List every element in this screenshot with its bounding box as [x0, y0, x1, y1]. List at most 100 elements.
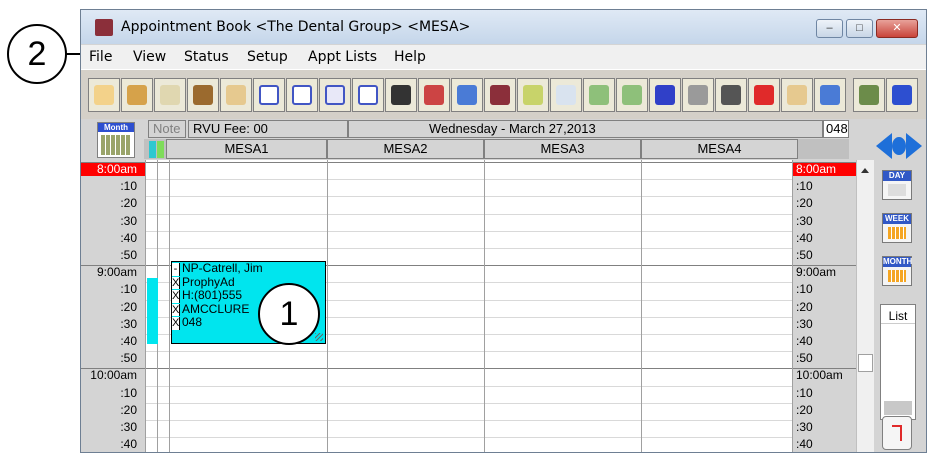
time-label: 8:00am	[81, 163, 145, 176]
list-panel[interactable]: List	[880, 304, 916, 420]
time-label: :50	[120, 248, 137, 262]
appointment-line: - NP-Catrell, Jim	[172, 262, 326, 276]
prescription-icon[interactable]	[418, 78, 450, 112]
time-label: :20	[120, 299, 137, 314]
time-label: :20	[796, 402, 813, 417]
month-label: MONTH	[883, 257, 913, 267]
xray-icon[interactable]	[583, 78, 615, 112]
chart-icon[interactable]	[517, 78, 549, 112]
status-color-2	[157, 141, 164, 158]
time-label: 10:00am	[796, 368, 843, 383]
column-divider	[792, 160, 793, 452]
menu-setup[interactable]: Setup	[247, 49, 288, 65]
resize-grip-icon[interactable]	[315, 333, 323, 341]
column-header-mesa3[interactable]: MESA3	[484, 139, 641, 159]
time-label: :20	[120, 402, 137, 417]
schedule-icon[interactable]	[814, 78, 846, 112]
menu-status[interactable]: Status	[184, 49, 229, 65]
scroll-thumb[interactable]	[858, 354, 873, 372]
time-label: :40	[796, 437, 813, 452]
schedule-info-bar: Note RVU Fee: 00 Wednesday - March 27,20…	[144, 120, 849, 138]
week-view-button[interactable]: WEEK	[882, 213, 912, 243]
window-title: Appointment Book <The Dental Group> <MES…	[121, 19, 471, 35]
medical-alert-icon[interactable]	[748, 78, 780, 112]
chair-icon[interactable]	[187, 78, 219, 112]
time-label: :20	[796, 196, 813, 211]
column-header-mesa1[interactable]: MESA1	[166, 139, 327, 159]
column-header-mesa4[interactable]: MESA4	[641, 139, 798, 159]
time-label: :40	[120, 230, 137, 245]
appointment-check: X	[172, 290, 180, 303]
week-label: WEEK	[883, 214, 911, 224]
appointment-check: X	[172, 276, 180, 290]
time-label: :40	[120, 437, 137, 452]
time-label: :10	[120, 385, 137, 400]
column-headers: MESA1 MESA2 MESA3 MESA4	[144, 139, 849, 159]
printer-icon[interactable]	[682, 78, 714, 112]
trash-icon[interactable]	[715, 78, 747, 112]
callout-2: 2	[7, 24, 67, 84]
column-divider	[169, 160, 170, 452]
checkmark-icon[interactable]	[649, 78, 681, 112]
minimize-button[interactable]: –	[816, 19, 843, 38]
view-switch-panel: DAY WEEK MONTH List	[874, 120, 926, 452]
recall-flag-icon[interactable]	[882, 416, 912, 450]
email-icon[interactable]	[352, 78, 384, 112]
time-column-right: 8:00am:10:20:30:40:50 9:00am:10:20:30:40:…	[792, 160, 856, 452]
menu-bar: File View Status Setup Appt Lists Help	[81, 45, 926, 69]
note-button[interactable]: Note	[148, 120, 186, 138]
month-view-button-right[interactable]: MONTH	[882, 256, 912, 286]
refresh-icon[interactable]	[451, 78, 483, 112]
list-scroll-arrows-icon[interactable]	[884, 401, 912, 415]
time-label: :30	[796, 316, 813, 331]
time-label: :10	[796, 179, 813, 194]
patient-icon[interactable]	[781, 78, 813, 112]
menu-file[interactable]: File	[89, 49, 112, 65]
notes-icon[interactable]	[154, 78, 186, 112]
slot-divider	[145, 213, 792, 215]
menu-view[interactable]: View	[133, 49, 166, 65]
menu-help[interactable]: Help	[394, 49, 426, 65]
slot-divider	[145, 385, 792, 387]
time-label: :10	[796, 282, 813, 297]
slot-divider	[145, 179, 792, 181]
search-icon[interactable]	[550, 78, 582, 112]
nav-next-arrow-icon[interactable]	[906, 133, 922, 159]
slot-divider	[145, 351, 792, 353]
appointment-patient-name: NP-Catrell, Jim	[182, 262, 263, 275]
recall-icon[interactable]	[319, 78, 351, 112]
nav-today-dot-icon[interactable]	[892, 137, 906, 155]
month-view-button[interactable]: Month	[97, 122, 135, 158]
time-label: :30	[796, 213, 813, 228]
time-label: :50	[796, 351, 813, 366]
signature-icon[interactable]	[220, 78, 252, 112]
appt-icon[interactable]	[616, 78, 648, 112]
form-icon[interactable]	[286, 78, 318, 112]
grid-icon[interactable]	[853, 78, 885, 112]
time-label: 8:00am	[792, 163, 856, 176]
book-icon[interactable]	[484, 78, 516, 112]
month-calendar-icon	[101, 135, 131, 155]
vertical-scrollbar[interactable]	[856, 160, 874, 452]
blank-form-icon[interactable]	[253, 78, 285, 112]
close-button[interactable]: ✕	[876, 19, 918, 38]
tooth-icon[interactable]	[88, 78, 120, 112]
column-header-mesa2[interactable]: MESA2	[327, 139, 484, 159]
column-divider	[327, 160, 328, 452]
week-calendar-icon	[888, 227, 906, 239]
appointment-grid[interactable]: 8:00am:10:20:30:40:50 9:00am:10:20:30:40:…	[81, 160, 856, 452]
maximize-button[interactable]: □	[846, 19, 873, 38]
nav-prev-arrow-icon[interactable]	[876, 133, 892, 159]
forward-icon[interactable]	[886, 78, 918, 112]
calculator-icon[interactable]	[385, 78, 417, 112]
appointment-check: X	[172, 317, 180, 330]
slot-divider	[145, 248, 792, 249]
folder-icon[interactable]	[121, 78, 153, 112]
column-divider	[641, 160, 642, 452]
day-view-button[interactable]: DAY	[882, 170, 912, 200]
appointment-procedure: ProphyAd	[182, 275, 235, 289]
scroll-up-arrow-icon[interactable]	[861, 168, 869, 173]
menu-appt-lists[interactable]: Appt Lists	[308, 49, 377, 65]
slot-divider	[145, 230, 792, 232]
appointment-operator: 048	[182, 316, 203, 330]
